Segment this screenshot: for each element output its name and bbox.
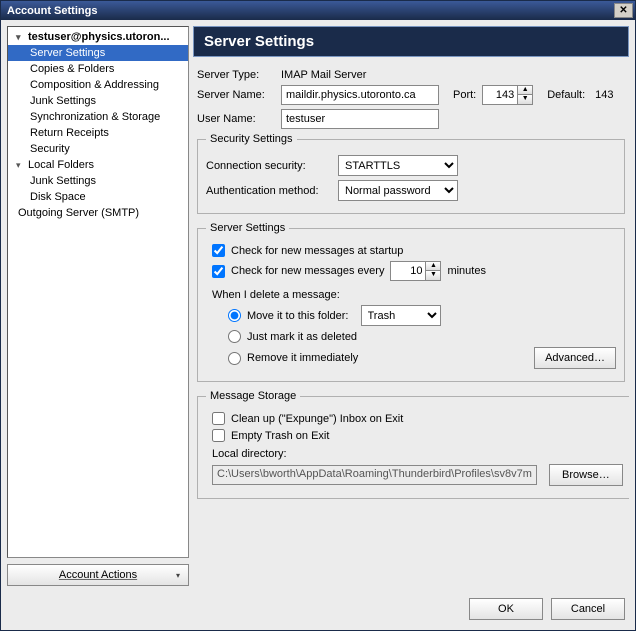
tree-account[interactable]: testuser@physics.utoron... — [8, 29, 188, 45]
main-panel: Server Settings Server Type: IMAP Mail S… — [193, 26, 629, 586]
account-actions-label: Account Actions — [59, 569, 137, 581]
expunge-label: Clean up ("Expunge") Inbox on Exit — [231, 413, 403, 425]
delete-move-label: Move it to this folder: — [247, 310, 349, 322]
port-spinner[interactable]: ▲ ▼ — [482, 85, 533, 105]
cancel-button[interactable]: Cancel — [551, 598, 625, 620]
conn-security-label: Connection security: — [206, 160, 332, 172]
account-tree[interactable]: testuser@physics.utoron... Server Settin… — [7, 26, 189, 558]
close-icon: ✕ — [619, 5, 627, 16]
server-type-value: IMAP Mail Server — [281, 69, 366, 81]
server-settings-group: Server Settings Check for new messages a… — [197, 222, 625, 382]
expunge-checkbox[interactable] — [212, 412, 225, 425]
check-startup-label: Check for new messages at startup — [231, 245, 403, 257]
close-button[interactable]: ✕ — [614, 3, 633, 18]
delete-label: When I delete a message: — [212, 289, 340, 301]
spin-up-icon[interactable]: ▲ — [518, 86, 532, 95]
storage-legend: Message Storage — [206, 390, 300, 402]
message-storage-group: Message Storage Clean up ("Expunge") Inb… — [197, 390, 629, 499]
delete-remove-label: Remove it immediately — [247, 352, 358, 364]
tree-smtp[interactable]: Outgoing Server (SMTP) — [8, 205, 188, 221]
check-every-spinner[interactable]: ▲ ▼ — [390, 261, 441, 281]
delete-mark-radio[interactable] — [228, 330, 241, 343]
default-value: 143 — [595, 89, 613, 101]
chevron-down-icon: ▾ — [176, 571, 180, 580]
empty-trash-label: Empty Trash on Exit — [231, 430, 329, 442]
tree-local-folders[interactable]: Local Folders — [8, 157, 188, 173]
spin-down-icon[interactable]: ▼ — [426, 271, 440, 280]
tree-lf-disk[interactable]: Disk Space — [8, 189, 188, 205]
spin-down-icon[interactable]: ▼ — [518, 95, 532, 104]
empty-trash-checkbox[interactable] — [212, 429, 225, 442]
tree-junk-settings[interactable]: Junk Settings — [8, 93, 188, 109]
trash-folder-select[interactable]: Trash — [361, 305, 441, 326]
server-type-label: Server Type: — [197, 69, 275, 81]
tree-security[interactable]: Security — [8, 141, 188, 157]
auth-method-label: Authentication method: — [206, 185, 332, 197]
user-name-input[interactable] — [281, 109, 439, 129]
delete-remove-radio[interactable] — [228, 352, 241, 365]
window-title: Account Settings — [7, 5, 97, 17]
delete-move-radio[interactable] — [228, 309, 241, 322]
server-name-label: Server Name: — [197, 89, 275, 101]
dialog-footer: OK Cancel — [1, 592, 635, 630]
tree-return-receipts[interactable]: Return Receipts — [8, 125, 188, 141]
check-every-checkbox[interactable] — [212, 265, 225, 278]
delete-mark-label: Just mark it as deleted — [247, 331, 357, 343]
auth-method-select[interactable]: Normal password — [338, 180, 458, 201]
check-every-prefix: Check for new messages every — [231, 265, 384, 277]
account-actions-button[interactable]: Account Actions ▾ — [7, 564, 189, 586]
browse-button[interactable]: Browse… — [549, 464, 623, 486]
advanced-button[interactable]: Advanced… — [534, 347, 616, 369]
panel-title: Server Settings — [204, 33, 314, 50]
account-settings-window: Account Settings ✕ testuser@physics.utor… — [0, 0, 636, 631]
spin-up-icon[interactable]: ▲ — [426, 262, 440, 271]
tree-sync-storage[interactable]: Synchronization & Storage — [8, 109, 188, 125]
port-input[interactable] — [482, 85, 518, 105]
titlebar: Account Settings ✕ — [1, 1, 635, 20]
local-dir-label: Local directory: — [212, 448, 287, 460]
local-dir-value: C:\Users\bworth\AppData\Roaming\Thunderb… — [212, 465, 537, 485]
conn-security-select[interactable]: STARTTLS — [338, 155, 458, 176]
tree-server-settings[interactable]: Server Settings — [8, 45, 188, 61]
check-every-suffix: minutes — [447, 265, 486, 277]
user-name-label: User Name: — [197, 113, 275, 125]
server-legend: Server Settings — [206, 222, 289, 234]
security-legend: Security Settings — [206, 133, 297, 145]
sidebar: testuser@physics.utoron... Server Settin… — [7, 26, 189, 586]
ok-button[interactable]: OK — [469, 598, 543, 620]
tree-copies-folders[interactable]: Copies & Folders — [8, 61, 188, 77]
security-settings-group: Security Settings Connection security: S… — [197, 133, 625, 214]
server-name-input[interactable] — [281, 85, 439, 105]
panel-header: Server Settings — [193, 26, 629, 57]
tree-composition-addressing[interactable]: Composition & Addressing — [8, 77, 188, 93]
port-label: Port: — [453, 89, 476, 101]
tree-lf-junk[interactable]: Junk Settings — [8, 173, 188, 189]
check-every-input[interactable] — [390, 261, 426, 281]
default-label: Default: — [547, 89, 585, 101]
check-startup-checkbox[interactable] — [212, 244, 225, 257]
